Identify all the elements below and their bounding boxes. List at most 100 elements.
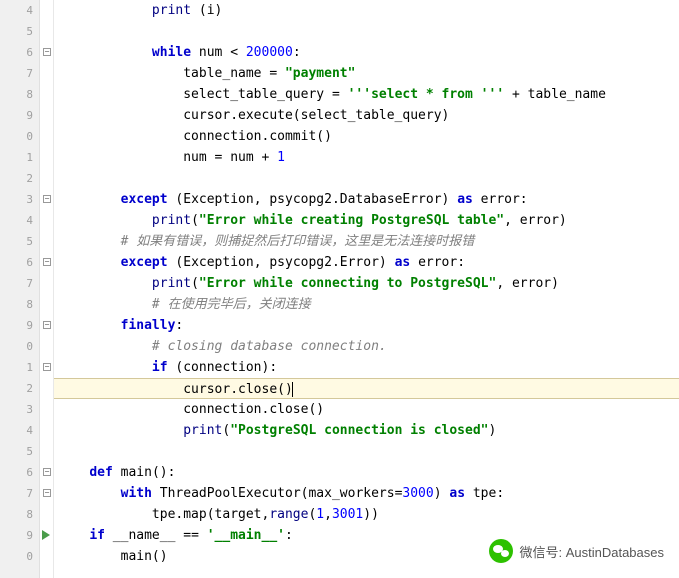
fold-cell [40,21,53,42]
fold-column: − − − − − − − [40,0,54,578]
token-kw: except [121,192,176,207]
line-number: 1 [0,357,39,378]
line-number-gutter: 456789012345678901234567890 [0,0,40,578]
token-nm: error: [418,255,465,270]
wechat-icon [489,539,513,563]
fold-cell: − [40,462,53,483]
code-line[interactable]: except (Exception, psycopg2.DatabaseErro… [54,189,679,210]
fold-cell [40,126,53,147]
code-line[interactable]: cursor.execute(select_table_query) [54,105,679,126]
token-nm: cursor.execute(select_table_query) [183,108,449,123]
line-number: 5 [0,21,39,42]
token-nm: (i) [191,3,222,18]
line-number: 9 [0,105,39,126]
code-line[interactable] [54,168,679,189]
code-area[interactable]: print (i) while num < 200000: table_name… [54,0,679,578]
fold-toggle-icon[interactable]: − [43,258,51,266]
code-line[interactable]: tpe.map(target,range(1,3001)) [54,504,679,525]
fold-cell: − [40,483,53,504]
code-editor[interactable]: 456789012345678901234567890 − − − − − − − prin… [0,0,679,578]
code-line[interactable] [54,21,679,42]
line-number: 4 [0,420,39,441]
token-nm: select_table_query = [183,87,347,102]
line-number: 5 [0,231,39,252]
code-line[interactable]: cursor.close() [54,378,679,399]
code-line[interactable]: connection.commit() [54,126,679,147]
line-number: 4 [0,0,39,21]
token-nm: connection.close() [183,402,324,417]
token-nm: ( [191,213,199,228]
token-num: 3000 [402,486,433,501]
fold-toggle-icon[interactable]: − [43,48,51,56]
line-number: 5 [0,441,39,462]
code-line[interactable]: while num < 200000: [54,42,679,63]
token-kw: as [395,255,418,270]
line-number: 0 [0,126,39,147]
code-line[interactable]: table_name = "payment" [54,63,679,84]
token-com: # closing database connection. [152,339,387,354]
code-line[interactable] [54,441,679,462]
token-com: # 如果有错误，则捕捉然后打印错误，这里是无法连接时报错 [121,234,475,249]
fold-cell: − [40,315,53,336]
token-kw: while [152,45,199,60]
watermark-text: 微信号: AustinDatabases [519,542,664,561]
token-nm: (Exception, psycopg2.DatabaseError) [175,192,457,207]
token-nm: ) [434,486,450,501]
token-kw: if [89,528,112,543]
fold-cell [40,273,53,294]
token-nm: (Exception, psycopg2.Error) [175,255,394,270]
token-nm: max_workers [308,486,394,501]
token-nm: + table_name [504,87,606,102]
fold-toggle-icon[interactable]: − [43,195,51,203]
code-line[interactable]: print("Error while connecting to Postgre… [54,273,679,294]
token-nm: ThreadPoolExecutor( [160,486,309,501]
line-number: 8 [0,294,39,315]
run-icon[interactable] [42,530,50,540]
token-nm: main() [121,549,168,564]
code-line[interactable]: def main(): [54,462,679,483]
token-kw: except [121,255,176,270]
fold-cell [40,63,53,84]
code-line[interactable]: with ThreadPoolExecutor(max_workers=3000… [54,483,679,504]
text-cursor [292,382,293,397]
token-nm: (connection): [175,360,277,375]
token-nm: , [324,507,332,522]
code-line[interactable]: num = num + 1 [54,147,679,168]
fold-cell [40,504,53,525]
line-number: 8 [0,504,39,525]
fold-cell [40,0,53,21]
token-nm: cursor.close() [183,382,293,397]
line-number: 9 [0,315,39,336]
line-number: 0 [0,546,39,567]
code-line[interactable]: if (connection): [54,357,679,378]
code-line[interactable]: print (i) [54,0,679,21]
token-num: 1 [277,150,285,165]
code-line[interactable]: # 如果有错误，则捕捉然后打印错误，这里是无法连接时报错 [54,231,679,252]
fold-cell [40,378,53,399]
token-kw: if [152,360,175,375]
fold-toggle-icon[interactable]: − [43,363,51,371]
token-nm: , error) [504,213,567,228]
line-number: 7 [0,483,39,504]
fold-cell [40,147,53,168]
token-num: 1 [316,507,324,522]
code-line[interactable]: connection.close() [54,399,679,420]
line-number: 7 [0,273,39,294]
code-line[interactable]: # closing database connection. [54,336,679,357]
token-num: 3001 [332,507,363,522]
fold-toggle-icon[interactable]: − [43,321,51,329]
fold-toggle-icon[interactable]: − [43,489,51,497]
code-line[interactable]: print("Error while creating PostgreSQL t… [54,210,679,231]
code-line[interactable]: except (Exception, psycopg2.Error) as er… [54,252,679,273]
code-line[interactable]: print("PostgreSQL connection is closed") [54,420,679,441]
code-line[interactable]: finally: [54,315,679,336]
fold-cell [40,420,53,441]
token-nm: )) [363,507,379,522]
fold-cell: − [40,357,53,378]
code-line[interactable]: # 在使用完毕后，关闭连接 [54,294,679,315]
fold-cell [40,441,53,462]
line-number: 7 [0,63,39,84]
fold-toggle-icon[interactable]: − [43,468,51,476]
code-line[interactable]: select_table_query = '''select * from ''… [54,84,679,105]
line-number: 0 [0,336,39,357]
